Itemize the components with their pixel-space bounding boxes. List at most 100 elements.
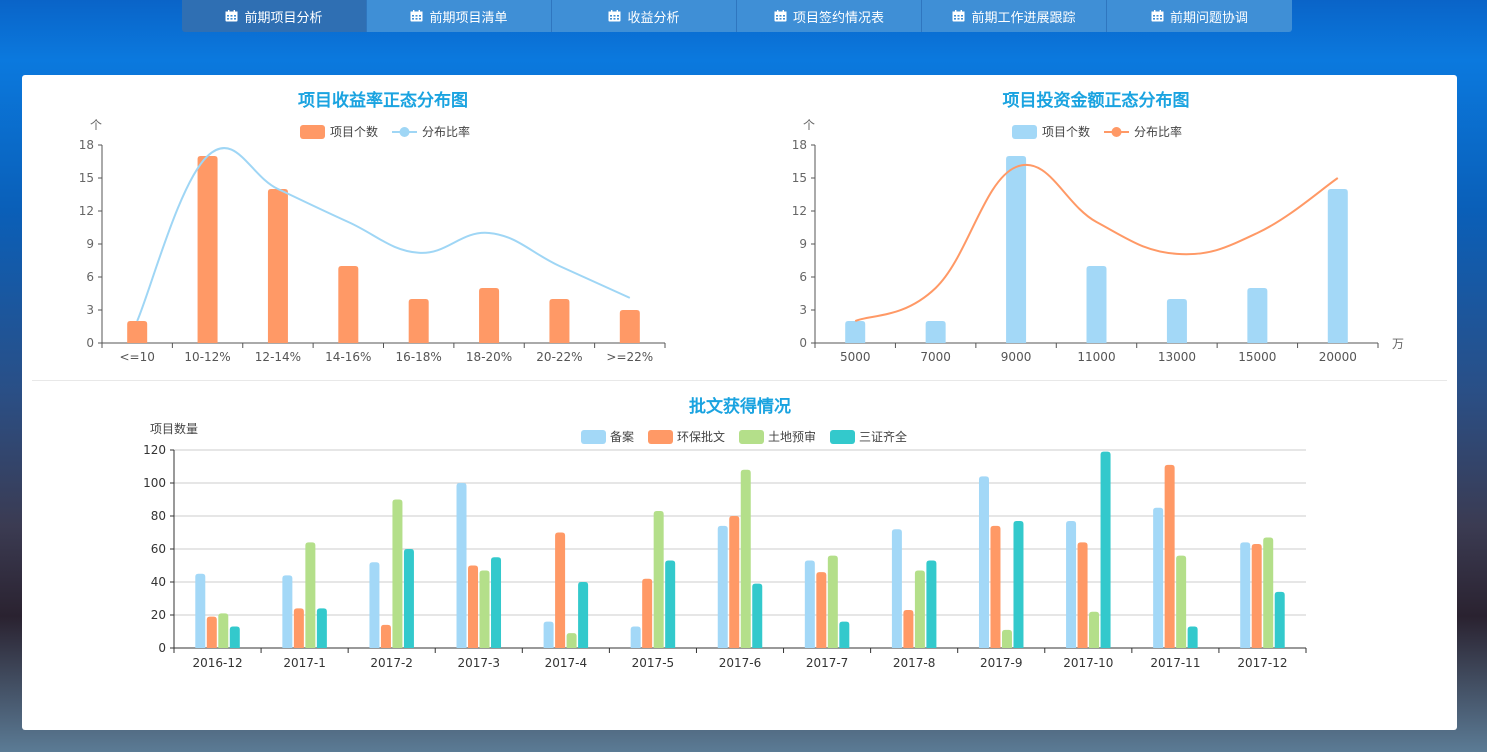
legend-label: 项目个数: [1042, 124, 1090, 139]
y-axis-label: 个: [803, 118, 815, 132]
legend-label: 分布比率: [1134, 124, 1182, 139]
chart-title: 项目投资金额正态分布图: [1003, 90, 1190, 111]
x-tick-label: 20000: [1319, 350, 1357, 364]
bar-3-5: [665, 560, 676, 648]
y-tick-label: 6: [86, 270, 94, 284]
legend-swatch-bar: [300, 125, 325, 139]
bar-0-7: [804, 560, 815, 648]
legend-swatch: [830, 430, 855, 444]
bar-2-5: [653, 511, 664, 648]
bar-3-4: [578, 582, 589, 648]
bar-3-7: [839, 621, 850, 648]
bar-2-12: [1263, 537, 1274, 648]
bar-2-1: [305, 542, 316, 648]
x-tick-label: 2017-3: [458, 656, 501, 670]
bar-3-2: [403, 549, 414, 648]
bar-3-9: [1013, 520, 1024, 648]
x-tick-label: 2017-8: [893, 656, 936, 670]
bar-0-6: [549, 299, 570, 343]
x-tick-label: 2017-6: [719, 656, 762, 670]
bar-3-1: [316, 608, 327, 648]
legend-swatch: [648, 430, 673, 444]
bar-3-8: [926, 560, 937, 648]
y-tick-label: 40: [151, 575, 166, 589]
bar-0-5: [1247, 288, 1268, 343]
y-tick-label: 9: [799, 237, 807, 251]
bar-1-4: [555, 532, 566, 648]
bar-1-12: [1251, 544, 1262, 648]
bar-1-7: [816, 572, 827, 648]
bar-0-5: [479, 288, 500, 343]
y-tick-label: 0: [158, 641, 166, 655]
y-tick-label: 60: [151, 542, 166, 556]
bar-2-0: [218, 613, 229, 648]
legend-label: 环保批文: [677, 429, 725, 444]
legend-swatch: [739, 430, 764, 444]
bar-1-5: [642, 578, 653, 648]
bar-2-8: [914, 570, 925, 648]
y-tick-label: 12: [792, 204, 807, 218]
bar-0-0: [845, 321, 866, 343]
x-tick-label: 5000: [840, 350, 871, 364]
bar-0-12: [1240, 542, 1251, 648]
y-tick-label: 3: [799, 303, 807, 317]
x-tick-label: 15000: [1238, 350, 1276, 364]
bar-2-3: [479, 570, 490, 648]
chart-title: 项目收益率正态分布图: [298, 90, 468, 111]
bar-1-10: [1077, 542, 1088, 648]
chart-0: 项目收益率正态分布图个 0 3 6 9 12 15 18 <=10 10-12% 12-14% 14-…: [79, 90, 666, 364]
bar-0-11: [1153, 507, 1164, 648]
bar-1-2: [380, 624, 391, 648]
x-tick-label: 2017-9: [980, 656, 1023, 670]
legend: 项目个数 分布比率: [1012, 124, 1182, 139]
bar-0-3: [456, 483, 467, 648]
chart-1: 项目投资金额正态分布图个万 0 3 6 9 12 15 18 5000 7000 9000 11000…: [792, 90, 1404, 364]
y-tick-label: 18: [792, 138, 807, 152]
legend-label: 三证齐全: [859, 429, 907, 444]
legend-swatch-bar: [1012, 125, 1037, 139]
x-tick-label: 16-18%: [396, 350, 442, 364]
bar-0-10: [1066, 520, 1077, 648]
bar-1-3: [468, 565, 479, 648]
legend-swatch-marker: [1111, 127, 1122, 137]
bar-0-6: [717, 525, 728, 648]
y-tick-label: 12: [79, 204, 94, 218]
y-axis-label: 项目数量: [150, 421, 198, 436]
bar-2-6: [740, 469, 751, 648]
y-tick-label: 3: [86, 303, 94, 317]
bar-3-10: [1100, 451, 1111, 648]
legend-swatch: [581, 430, 606, 444]
y-tick-label: 18: [79, 138, 94, 152]
bar-3-11: [1187, 626, 1198, 648]
x-tick-label: >=22%: [606, 350, 653, 364]
legend-swatch-marker: [399, 127, 410, 137]
bar-0-2: [369, 562, 380, 648]
bar-0-5: [630, 626, 641, 648]
x-tick-label: 13000: [1158, 350, 1196, 364]
bar-1-6: [729, 516, 740, 648]
bar-2-2: [392, 499, 403, 648]
x-tick-label: 9000: [1001, 350, 1032, 364]
legend-label: 土地预审: [768, 429, 816, 444]
bar-0-4: [543, 621, 554, 648]
bar-1-0: [206, 616, 217, 648]
x-tick-label: 2017-10: [1063, 656, 1113, 670]
x-axis-label: 万: [1392, 337, 1404, 351]
x-tick-label: 2017-2: [370, 656, 413, 670]
bar-3-12: [1274, 591, 1285, 648]
legend-label: 项目个数: [330, 124, 378, 139]
y-tick-label: 100: [143, 476, 166, 490]
bar-0-1: [925, 321, 946, 343]
x-tick-label: 14-16%: [325, 350, 371, 364]
y-axis-label: 个: [90, 118, 102, 132]
bar-0-7: [619, 310, 640, 343]
chart-title: 批文获得情况: [689, 396, 791, 417]
x-tick-label: <=10: [119, 350, 154, 364]
bar-2-11: [1176, 555, 1187, 648]
bar-0-3: [338, 266, 359, 343]
x-tick-label: 7000: [920, 350, 951, 364]
y-tick-label: 0: [86, 336, 94, 350]
x-tick-label: 12-14%: [255, 350, 301, 364]
x-tick-label: 2016-12: [192, 656, 242, 670]
x-tick-label: 11000: [1077, 350, 1115, 364]
